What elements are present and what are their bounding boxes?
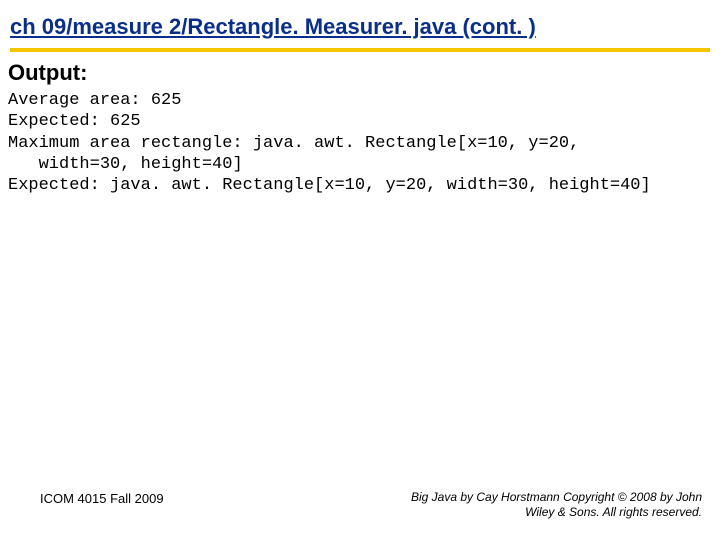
title-underline	[10, 48, 710, 52]
footer-course: ICOM 4015 Fall 2009	[40, 491, 164, 506]
output-block: Average area: 625 Expected: 625 Maximum …	[8, 90, 712, 196]
slide: ch 09/measure 2/Rectangle. Measurer. jav…	[0, 0, 720, 540]
output-heading: Output:	[8, 60, 87, 86]
slide-title: ch 09/measure 2/Rectangle. Measurer. jav…	[10, 14, 710, 44]
footer-copyright: Big Java by Cay Horstmann Copyright © 20…	[392, 490, 702, 520]
